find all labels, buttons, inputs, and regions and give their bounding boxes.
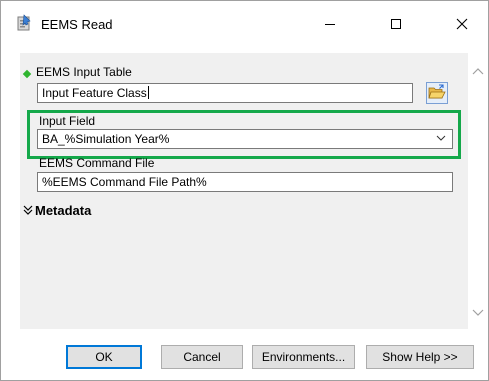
maximize-icon (390, 18, 402, 33)
show-help-button[interactable]: Show Help >> (366, 345, 474, 369)
input-table-field[interactable]: Input Feature Class (37, 83, 413, 103)
command-file-value: %EEMS Command File Path% (42, 175, 207, 189)
metadata-label: Metadata (35, 203, 92, 218)
scroll-up-icon[interactable] (471, 65, 485, 79)
command-file-field[interactable]: %EEMS Command File Path% (37, 172, 453, 192)
cancel-button[interactable]: Cancel (161, 345, 243, 369)
input-table-value: Input Feature Class (42, 86, 147, 100)
dialog-button-bar: OK Cancel Environments... Show Help >> (20, 331, 488, 379)
command-file-label: EEMS Command File (39, 156, 155, 170)
environments-button[interactable]: Environments... (252, 345, 355, 369)
minimize-button[interactable] (307, 1, 353, 49)
ok-button[interactable]: OK (66, 345, 142, 369)
scroll-down-icon[interactable] (471, 305, 485, 319)
title-bar[interactable]: EEMS Read (1, 1, 488, 49)
eems-read-dialog: EEMS Read EEMS Input Table Input Feature… (0, 0, 489, 381)
browse-input-table-button[interactable] (426, 82, 448, 104)
maximize-button[interactable] (373, 1, 419, 49)
chevron-down-icon (436, 132, 446, 147)
input-field-select[interactable]: BA_%Simulation Year% (37, 129, 453, 149)
input-table-label: EEMS Input Table (36, 65, 132, 79)
window-title: EEMS Read (41, 17, 113, 32)
required-marker (22, 69, 32, 79)
eems-tool-icon (15, 14, 33, 32)
input-field-value: BA_%Simulation Year% (42, 132, 170, 146)
close-button[interactable] (439, 1, 485, 49)
vertical-scrollbar[interactable] (468, 53, 488, 329)
close-icon (456, 18, 468, 33)
open-folder-icon (428, 83, 446, 103)
parameters-panel: EEMS Input Table Input Feature Class Inp… (20, 53, 469, 329)
input-field-label: Input Field (39, 114, 96, 128)
double-chevron-down-icon (23, 204, 33, 219)
minimize-icon (324, 18, 336, 33)
text-caret (147, 86, 149, 99)
